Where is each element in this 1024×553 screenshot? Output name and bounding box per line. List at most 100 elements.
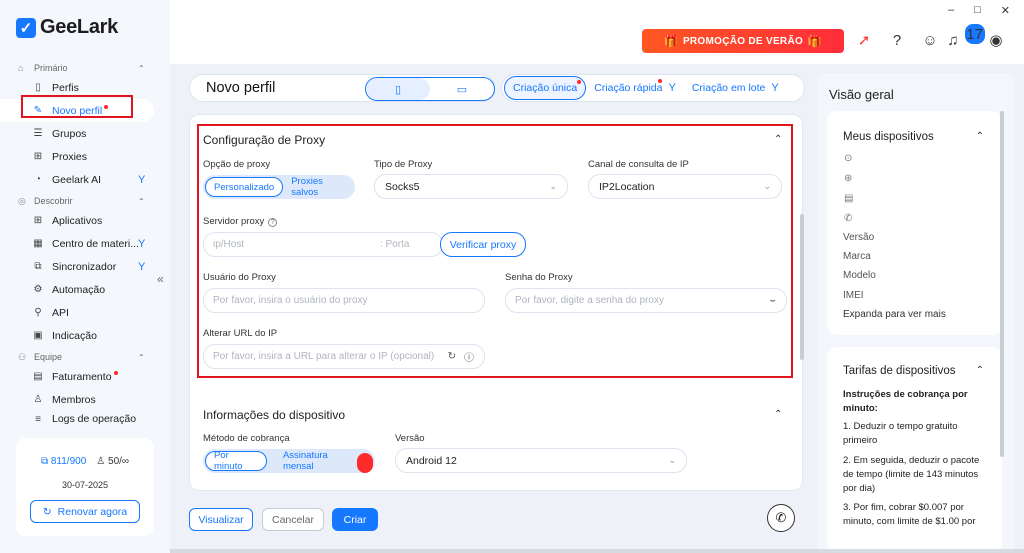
- rocket-icon[interactable]: ➚: [854, 30, 874, 50]
- nav-section-primario[interactable]: ⌂ Primário ⌃: [0, 60, 170, 76]
- new-dot: [577, 80, 582, 84]
- phone-icon[interactable]: ▯: [366, 78, 430, 100]
- close-button[interactable]: ✕: [1001, 4, 1010, 17]
- expand-link[interactable]: Expanda para ver mais: [843, 309, 946, 320]
- overview-scrollbar[interactable]: [1000, 111, 1004, 457]
- creation-modes: Criação única Criação rápida Y Criação e…: [501, 74, 805, 102]
- chevron-up-icon[interactable]: ⌃: [774, 409, 782, 420]
- sidebar-item-novo-perfil[interactable]: ✎ Novo perfil: [0, 99, 154, 122]
- preview-button[interactable]: Visualizar: [189, 508, 253, 531]
- version-label: Versão: [395, 433, 425, 444]
- pin-icon: Y: [668, 82, 676, 94]
- chevron-up-icon[interactable]: ⌃: [976, 131, 984, 142]
- list-icon: ☰: [33, 128, 43, 139]
- profile-icon: ▯: [35, 82, 41, 93]
- create-button[interactable]: Criar: [332, 508, 378, 531]
- new-dot: [657, 79, 662, 83]
- form-scrollbar[interactable]: [800, 214, 804, 360]
- rates-step-1: 1. Deduzir o tempo gratuito primeiro: [843, 421, 958, 446]
- sidebar-item-geelark-ai[interactable]: ◔ Geelark AI Y: [0, 168, 170, 191]
- member-quota: ♙ 50/∞: [96, 456, 130, 467]
- page-title: Novo perfil: [206, 80, 276, 96]
- device-field-brand: Marca: [843, 251, 871, 262]
- maximize-button[interactable]: □: [974, 4, 981, 17]
- sidebar-item-faturamento[interactable]: ▤ Faturamento: [0, 365, 170, 388]
- sidebar-item-indicacao[interactable]: ▣ Indicação: [0, 324, 170, 347]
- collapse-sidebar-icon[interactable]: «: [157, 272, 164, 286]
- nav-section-descobrir[interactable]: ◎ Descobrir ⌃: [0, 193, 170, 209]
- device-field-model: Modelo: [843, 270, 876, 281]
- bell-icon[interactable]: ♫ 17: [947, 24, 985, 50]
- chevron-up-icon[interactable]: ⌃: [976, 365, 984, 376]
- billing-method-label: Método de cobrança: [203, 433, 290, 444]
- home-icon: ⌂: [18, 63, 24, 73]
- horizontal-scrollbar[interactable]: [170, 549, 1024, 553]
- location-icon: ⊙: [844, 153, 853, 164]
- pin-icon: Y: [771, 82, 779, 94]
- nav-section-equipe[interactable]: ⚇ Equipe ⌃: [0, 349, 170, 365]
- device-field-imei: IMEI: [843, 290, 864, 301]
- my-devices-card: Meus dispositivos ⌃ ⊙ ⊛ ▤ ✆ Versão Marca…: [827, 111, 1002, 335]
- sidebar-item-grupos[interactable]: ☰ Grupos: [0, 122, 170, 145]
- sidebar-item-centro-materiais[interactable]: ▦ Centro de materi... Y: [0, 232, 170, 255]
- refresh-icon: ↻: [42, 505, 52, 518]
- pin-icon: Y: [138, 260, 146, 273]
- rates-step-2: 2. Em seguida, deduzir o pacote de tempo…: [843, 455, 980, 494]
- support-icon[interactable]: ☺: [920, 30, 940, 50]
- sidebar-item-aplicativos[interactable]: ⊞ Aplicativos: [0, 209, 170, 232]
- sidebar-item-perfis[interactable]: ▯ Perfis: [0, 76, 170, 99]
- billing-monthly[interactable]: Assinatura mensal: [267, 450, 373, 473]
- new-dot: [113, 371, 118, 375]
- new-dot: [357, 453, 373, 473]
- overview-title: Visão geral: [829, 87, 894, 102]
- laptop-icon[interactable]: ▭: [430, 78, 494, 100]
- materials-icon: ▦: [33, 238, 43, 249]
- minimize-button[interactable]: –: [948, 4, 954, 17]
- logo[interactable]: ✓ GeeLark: [16, 16, 118, 39]
- tab-quick-creation[interactable]: Criação rápida Y: [586, 76, 684, 100]
- promo-banner[interactable]: 🎁 PROMOÇÃO DE VERÃO 🎁: [642, 29, 844, 53]
- profile-quota: ⧉ 811/900: [40, 456, 87, 467]
- sync-icon: ⧉: [34, 261, 42, 272]
- quota-row: ⧉ 811/900 ♙ 50/∞: [16, 456, 154, 467]
- billing-method-segment: Por minuto Assinatura mensal: [203, 449, 375, 473]
- device-rates-title: Tarifas de dispositivos: [843, 365, 956, 377]
- billing-per-minute[interactable]: Por minuto: [205, 450, 267, 472]
- network-icon: ⊞: [33, 151, 43, 162]
- expiry-date: 30-07-2025: [61, 480, 109, 490]
- top-icons: ➚ ? ☺ ♫ 17 ◉: [854, 24, 1006, 50]
- sidebar-item-sincronizador[interactable]: ⧉ Sincronizador Y: [0, 255, 170, 278]
- sidebar-item-logs[interactable]: ≡ Logs de operação: [0, 411, 170, 427]
- proxy-highlight-box: [197, 124, 793, 378]
- sidebar-item-proxies[interactable]: ⊞ Proxies: [0, 145, 170, 168]
- sidebar-item-membros[interactable]: ♙ Membros: [0, 388, 170, 411]
- tab-batch-creation[interactable]: Criação em lote Y: [684, 76, 787, 100]
- pin-icon: Y: [138, 173, 146, 186]
- chevron-up-icon: ⌃: [138, 196, 145, 206]
- team-icon: ⚇: [18, 351, 27, 362]
- rates-intro: Instruções de cobrança por minuto:: [843, 389, 968, 414]
- device-field-version: Versão: [843, 232, 875, 243]
- pin-icon: Y: [138, 237, 146, 250]
- quota-card: ⧉ 811/900 ♙ 50/∞ 30-07-2025 ↻ Renovar ag…: [16, 438, 154, 536]
- help-icon[interactable]: ?: [887, 30, 907, 50]
- sidebar-item-api[interactable]: ⚲ API: [0, 301, 170, 324]
- cancel-button[interactable]: Cancelar: [262, 508, 324, 531]
- main-panel: Novo perfil ▯ ▭ Criação única Criação rá…: [181, 66, 807, 553]
- renew-button[interactable]: ↻ Renovar agora: [30, 500, 140, 523]
- gift-icon: 🎁: [663, 34, 679, 48]
- form-footer: Visualizar Cancelar Criar: [189, 504, 803, 534]
- user-icon: ♙: [33, 394, 43, 405]
- sidebar-item-automacao[interactable]: ⚙ Automação: [0, 278, 170, 301]
- chevron-down-icon: ⌄: [668, 455, 676, 465]
- topbar: – □ ✕ 🎁 PROMOÇÃO DE VERÃO 🎁 ➚ ? ☺ ♫ 17 ◉: [170, 0, 1024, 64]
- billing-icon: ▤: [33, 371, 43, 382]
- feedback-icon[interactable]: ✆: [767, 504, 795, 532]
- tab-single-creation[interactable]: Criação única: [504, 76, 587, 100]
- account-icon[interactable]: ◉: [986, 30, 1006, 50]
- globe-icon: ⊛: [844, 173, 853, 184]
- android-version-select[interactable]: Android 12 ⌄: [395, 448, 687, 473]
- new-dot: [104, 105, 109, 109]
- window-controls: – □ ✕: [948, 4, 1010, 17]
- header-card: Novo perfil ▯ ▭: [189, 74, 495, 102]
